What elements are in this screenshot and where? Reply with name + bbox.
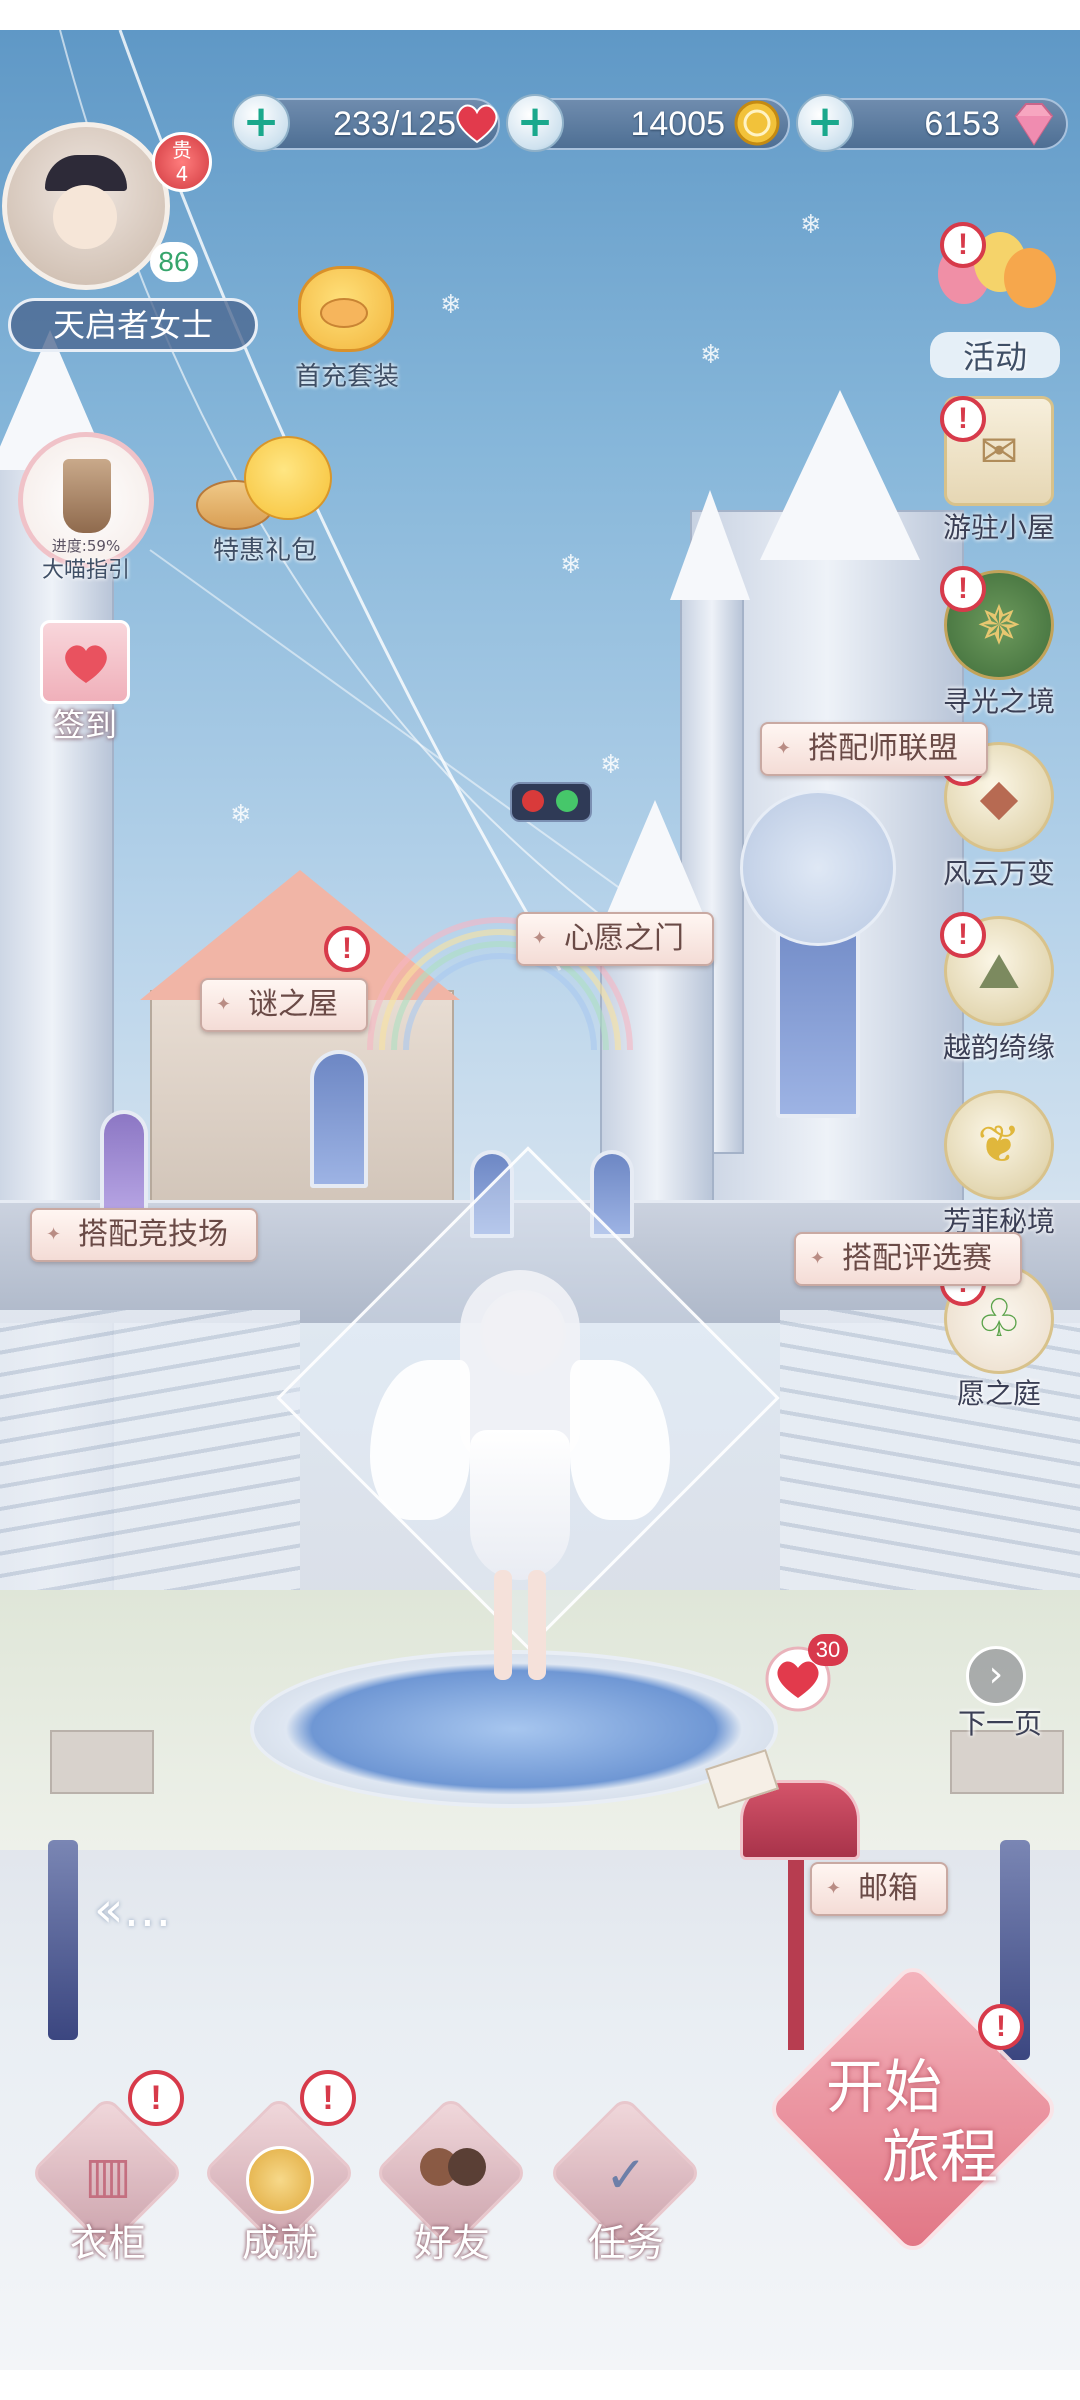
mystery-house-alert-icon: ! [324,926,370,972]
butterfly-icon: ❦ [977,1115,1021,1175]
cabin-letter-icon: ✉ [979,424,1019,478]
activity-alert-icon: ! [940,222,986,268]
nav-wardrobe[interactable]: ▥ 衣柜 ! [28,2070,188,2265]
chick-icon [244,436,332,520]
vip-level: 4 [175,162,189,186]
coins-value: 14005 [630,105,725,143]
nav-tasks-label: 任务 [587,2221,664,2265]
special-pack-button[interactable] [196,432,336,532]
wish-garden-label: 愿之庭 [956,1377,1041,1410]
coin-icon [734,100,780,146]
achievement-alert-icon: ! [300,2070,356,2126]
wish-gate-sign[interactable]: 心愿之门 [516,912,714,966]
castle-spire-roof [670,490,750,600]
castle-main-roof [760,390,920,560]
landscape-icon: ⛰ [978,941,1020,1000]
nav-achievement-label: 成就 [241,2221,318,2265]
add-stamina-button[interactable]: + [232,94,290,152]
stamina-value: 233/125 [333,105,456,143]
balloon-icon [1004,248,1056,308]
vip-label: 贵 [172,138,192,162]
left-staircase [0,1310,300,1610]
character-avatar[interactable] [370,1270,670,1690]
player-name[interactable]: 天启者女士 [8,298,258,352]
house-window [310,1050,368,1188]
mystery-house-sign[interactable]: 谜之屋 [200,978,368,1032]
rose-window [740,790,896,946]
arena-sign[interactable]: 搭配竞技场 [30,1208,258,1262]
wind-cloud-label: 风云万变 [942,857,1055,890]
mailbox-count-badge: 30 [808,1634,848,1666]
compass-icon: ✵ [976,593,1022,657]
guide-label: 大喵指引 [41,558,130,583]
start-journey-alert-icon: ! [978,2004,1024,2050]
checkin-label: 签到 [52,706,117,744]
left-lamp-post [48,1840,78,2040]
friends-icon [412,2140,492,2210]
gems-value: 6153 [924,105,1000,143]
nav-tasks[interactable]: ✓ 任务 [546,2095,706,2265]
competition-sign[interactable]: 搭配评选赛 [794,1232,1022,1286]
guide-button[interactable]: 进度:59% [18,432,154,568]
sprout-icon: ♧ [975,1289,1023,1349]
avatar-face [53,185,117,249]
achievement-medal-icon [240,2140,320,2214]
heart-icon [456,104,498,144]
nav-wardrobe-label: 衣柜 [69,2221,146,2265]
cabin-alert-icon: ! [940,396,986,442]
next-page-button[interactable]: › [966,1646,1026,1706]
first-charge-pack-button[interactable] [290,258,400,358]
stylist-union-sign[interactable]: 搭配师联盟 [760,722,988,776]
dress-icon [63,459,111,533]
nav-friends-label: 好友 [413,2221,490,2265]
piggy-snout [320,298,368,328]
wardrobe-icon: ▥ [84,2146,132,2204]
add-coins-button[interactable]: + [506,94,564,152]
kite-icon: ◆ [979,768,1019,826]
player-avatar[interactable] [2,122,170,290]
mailbox[interactable] [690,1720,870,2050]
prev-page-arrows[interactable]: «… [94,1880,204,1940]
checkin-button[interactable] [40,620,130,704]
calendar-heart-icon [65,645,107,683]
flower-planter [50,1730,154,1794]
nav-friends[interactable]: 好友 [372,2095,532,2265]
wall-window [100,1110,148,1218]
diamond-gem-icon [1014,103,1054,146]
start-journey-line2: 旅程 [882,2123,999,2191]
cabin-label: 游驻小屋 [942,511,1055,544]
vip-badge[interactable]: 贵 4 [152,132,212,192]
light-realm-alert-icon: ! [940,566,986,612]
add-gems-button[interactable]: + [796,94,854,152]
task-checklist-icon: ✓ [605,2146,647,2204]
wardrobe-alert-icon: ! [128,2070,184,2126]
traffic-light [510,782,592,822]
player-level: 86 [150,242,198,282]
special-pack-label: 特惠礼包 [212,536,317,566]
yue-yun-label: 越韵绮缘 [942,1031,1055,1064]
nav-achievement[interactable]: 成就 ! [200,2070,360,2265]
first-charge-label: 首充套装 [294,362,399,392]
light-realm-label: 寻光之境 [942,685,1055,718]
fragrant-realm-button[interactable]: ❦ [944,1090,1054,1200]
yue-yun-alert-icon: ! [940,912,986,958]
activity-label: 活动 [930,332,1060,378]
next-page-label: 下一页 [957,1707,1042,1740]
